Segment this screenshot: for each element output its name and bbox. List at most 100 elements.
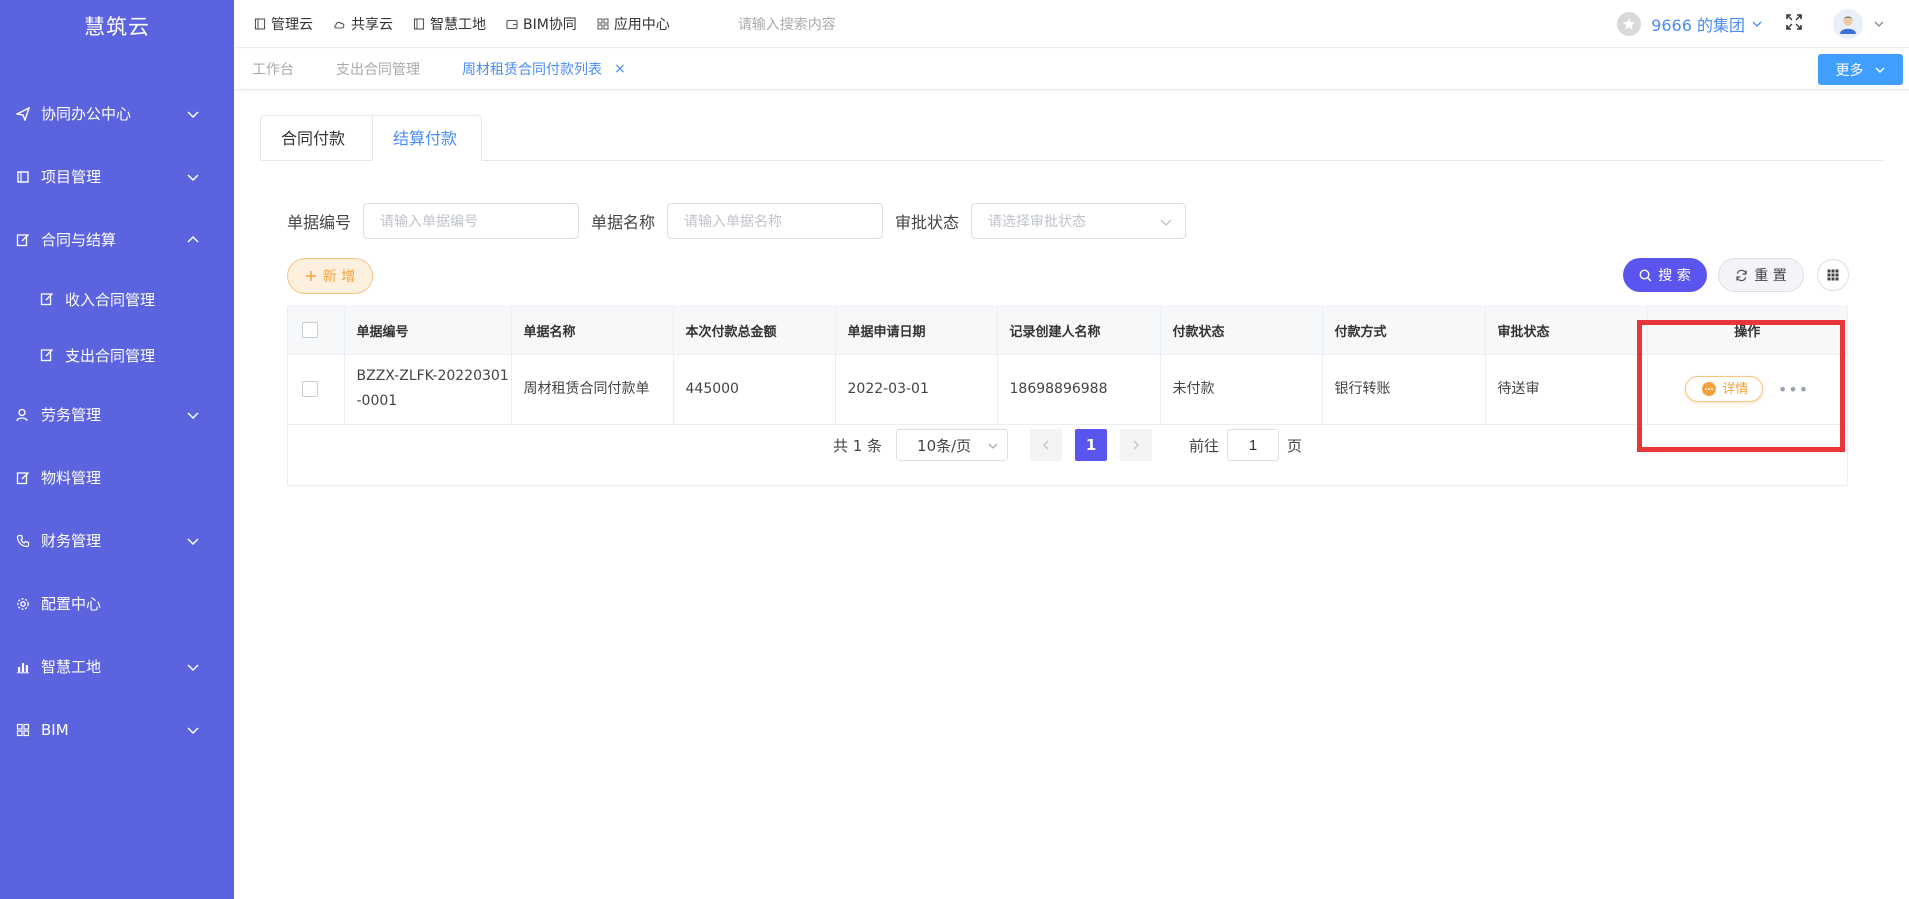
chevron-down-icon[interactable] [1873,18,1885,30]
reset-button[interactable]: 重 置 [1718,258,1804,292]
select-all-cell [288,307,345,355]
reset-button-label: 重 置 [1754,268,1787,284]
cell-pay-status: 未付款 [1160,354,1323,425]
sidebar-item-label: 财务管理 [41,532,102,550]
sidebar-item-smart-site[interactable]: 智慧工地 [0,635,234,698]
column-header: 单据名称 [511,307,674,355]
org-switcher[interactable]: 9666 的集团 [1617,12,1763,36]
chevron-down-icon [1752,21,1762,27]
top-link-label: 管理云 [271,16,313,33]
top-link-label: 智慧工地 [430,16,486,33]
chevron-down-icon [187,726,199,734]
sidebar-item-config[interactable]: 配置中心 [0,572,234,635]
page-tab-workbench[interactable]: 工作台 [252,59,294,79]
prev-page-button[interactable] [1030,429,1063,461]
add-button-label: 新 增 [322,269,356,285]
grid-icon [1827,269,1839,281]
doc-name-input[interactable] [667,203,884,239]
chevron-left-icon [1043,440,1049,450]
sidebar-item-labor[interactable]: 劳务管理 [0,383,234,446]
column-header: 付款状态 [1160,307,1323,355]
chevron-down-icon [187,411,199,419]
top-link-label: BIM协同 [523,16,577,33]
detail-button-label: 详情 [1722,381,1749,397]
cell-actions: 详情 ••• [1647,354,1847,425]
app-logo: 慧筑云 [84,15,150,39]
goto-page-input[interactable] [1227,429,1280,461]
approval-status-label: 审批状态 [895,213,960,232]
page-size-select[interactable]: 10条/页 [896,429,1009,461]
top-link-app-center[interactable]: 应用中心 [597,14,670,34]
sidebar-item-bim[interactable]: BIM [0,698,234,761]
add-button[interactable]: 新 增 [287,258,373,294]
user-avatar-icon [1840,16,1856,34]
search-button[interactable]: 搜 索 [1623,258,1707,292]
top-link-smart-site[interactable]: 智慧工地 [413,14,486,34]
select-all-checkbox[interactable] [302,322,318,339]
book-icon [16,170,30,184]
sidebar-subitem-label: 支出合同管理 [65,346,156,365]
detail-button[interactable]: 详情 [1685,376,1764,402]
global-search-input[interactable] [737,15,938,32]
top-navbar: 管理云 共享云 智慧工地 BIM协同 应用中心 9666 的集团 [234,0,1909,48]
chevron-down-icon [187,663,199,671]
next-page-button[interactable] [1120,429,1153,461]
column-header: 单据申请日期 [835,307,998,355]
more-actions-icon[interactable]: ••• [1778,377,1809,402]
row-checkbox[interactable] [302,380,318,397]
sidebar-item-material[interactable]: 物料管理 [0,446,234,509]
approval-status-select[interactable]: 请选择审批状态 [971,203,1187,239]
sidebar-item-project[interactable]: 项目管理 [0,145,234,208]
sidebar-item-finance[interactable]: 财务管理 [0,509,234,572]
sidebar-subitem-income-contract[interactable]: 收入合同管理 [0,271,234,327]
tab-settlement-payment[interactable]: 结算付款 [372,115,482,161]
avatar[interactable] [1833,9,1863,39]
tab-contract-payment[interactable]: 合同付款 [260,115,372,161]
page-size-value: 10条/页 [917,436,972,455]
chevron-up-icon [187,235,199,243]
book-icon [254,17,266,30]
chevron-down-icon [1160,219,1172,226]
top-link-bim[interactable]: BIM协同 [506,14,577,34]
goto-prefix: 前往 [1189,436,1220,455]
cell-doc-no: BZZX-ZLFK-20220301-0001 [344,354,512,425]
edit-icon [40,292,54,306]
fullscreen-icon[interactable] [1785,13,1803,35]
sidebar-item-label: 配置中心 [41,595,102,613]
column-header: 记录创建人名称 [997,307,1161,355]
doc-name-label: 单据名称 [591,213,656,232]
sidebar-item-collab[interactable]: 协同办公中心 [0,82,234,145]
top-link-management-cloud[interactable]: 管理云 [254,14,313,34]
edit-icon [16,471,30,485]
column-header: 单据编号 [344,307,512,355]
page-tab-payment-list[interactable]: 周材租赁合同付款列表 × [462,59,626,79]
wallet-icon [506,19,518,29]
page-number-current[interactable]: 1 [1075,429,1108,461]
cell-date: 2022-03-01 [835,354,998,425]
chevron-down-icon [1875,67,1884,73]
more-button[interactable]: 更多 [1818,54,1903,85]
grid-icon [597,18,609,29]
page-tabs-bar: 工作台 支出合同管理 周材租赁合同付款列表 × 更多 [234,49,1909,90]
edit-icon [16,233,30,247]
cloud-icon [334,21,345,29]
sidebar-item-label: 智慧工地 [41,658,102,676]
top-link-label: 共享云 [351,16,393,33]
column-header: 操作 [1647,307,1847,355]
more-button-label: 更多 [1835,62,1864,79]
search-button-label: 搜 索 [1658,268,1691,284]
sidebar-item-label: 物料管理 [41,469,102,487]
sidebar-item-contract[interactable]: 合同与结算 [0,208,234,271]
top-link-share-cloud[interactable]: 共享云 [333,14,393,34]
page-tab-expense-contract[interactable]: 支出合同管理 [336,59,420,79]
pagination-total: 共 1 条 [832,436,883,455]
sidebar: 慧筑云 协同办公中心 项目管理 合同与结算 收入合同管理 支出合同管理 劳务管理… [0,0,234,899]
column-settings-button[interactable] [1817,259,1849,291]
sidebar-subitem-expense-contract[interactable]: 支出合同管理 [0,327,234,383]
sidebar-subitem-label: 收入合同管理 [65,290,156,309]
sidebar-item-label: 劳务管理 [41,406,102,424]
doc-no-input[interactable] [363,203,580,239]
refresh-icon [1736,269,1747,281]
chevron-down-icon [988,443,998,449]
close-icon[interactable]: × [614,61,626,77]
